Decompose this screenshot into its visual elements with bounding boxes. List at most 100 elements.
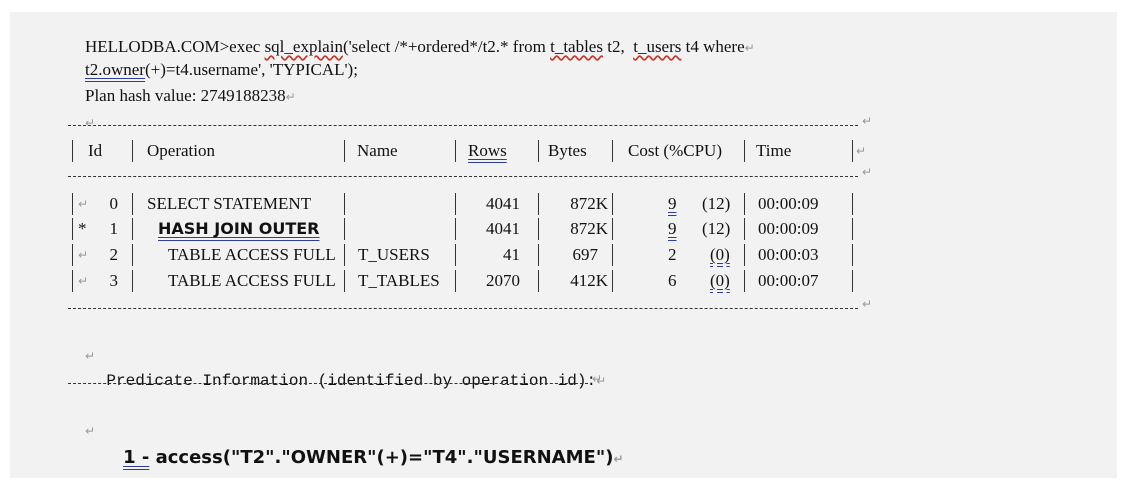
document-page: HELLODBA.COM>exec sql_explain('select /*… bbox=[10, 12, 1117, 478]
row-bytes: 697 bbox=[572, 245, 599, 264]
column-divider bbox=[744, 270, 745, 292]
column-divider bbox=[132, 140, 133, 162]
paragraph-mark-icon: ↵ bbox=[861, 114, 872, 128]
column-divider bbox=[612, 140, 613, 162]
column-divider bbox=[72, 193, 73, 215]
row-name: T_USERS bbox=[358, 245, 430, 264]
row-cost: 9 bbox=[668, 219, 677, 238]
column-divider bbox=[744, 218, 745, 240]
row-id: 1 bbox=[109, 219, 119, 238]
row-operation: TABLE ACCESS FULL bbox=[168, 271, 336, 290]
column-divider bbox=[852, 193, 853, 215]
row-operation: SELECT STATEMENT bbox=[147, 194, 312, 213]
table-name-users: t_users bbox=[633, 37, 682, 56]
paragraph-mark-icon: ↵ bbox=[861, 165, 872, 179]
predicate-line: 1 - access("T2"."OWNER"(+)="T4"."USERNAM… bbox=[98, 425, 624, 492]
paragraph-mark-icon: ↵ bbox=[856, 144, 867, 158]
table-row: * 1 HASH JOIN OUTER 4041 872K 9 (12) 00:… bbox=[10, 218, 1117, 240]
column-divider bbox=[852, 218, 853, 240]
table-row: ↵ 0 SELECT STATEMENT 4041 872K 9 (12) 00… bbox=[10, 193, 1117, 215]
column-divider bbox=[132, 193, 133, 215]
row-star: * bbox=[78, 219, 87, 238]
header-time: Time bbox=[756, 141, 792, 160]
row-time: 00:00:07 bbox=[758, 271, 819, 290]
table-row: ↵ 2 TABLE ACCESS FULL T_USERS 41 697 2 (… bbox=[10, 244, 1117, 266]
table-border-bottom: ↵ bbox=[68, 297, 872, 311]
column-divider bbox=[132, 244, 133, 266]
row-bytes: 872K bbox=[570, 194, 608, 213]
column-divider bbox=[852, 140, 853, 162]
paragraph-mark-icon: ↵ bbox=[744, 41, 755, 55]
column-divider bbox=[744, 193, 745, 215]
row-name: T_TABLES bbox=[358, 271, 440, 290]
row-cpu: (0) bbox=[710, 271, 730, 290]
row-time: 00:00:09 bbox=[758, 219, 819, 238]
column-divider bbox=[612, 244, 613, 266]
row-cost: 6 bbox=[668, 271, 677, 290]
column-divider bbox=[538, 244, 539, 266]
predicate-text: access("T2"."OWNER"(+)="T4"."USERNAME") bbox=[149, 447, 614, 468]
paragraph-mark-icon: ↵ bbox=[85, 116, 96, 130]
column-divider bbox=[344, 270, 345, 292]
row-cost: 9 bbox=[668, 194, 677, 213]
column-divider bbox=[538, 218, 539, 240]
row-id: 3 bbox=[109, 271, 119, 290]
paragraph-mark-icon: ↵ bbox=[85, 424, 96, 438]
row-rows: 4041 bbox=[486, 194, 520, 213]
row-rows: 4041 bbox=[486, 219, 520, 238]
row-bytes: 412K bbox=[570, 271, 608, 290]
row-time: 00:00:03 bbox=[758, 245, 819, 264]
header-cost: Cost (%CPU) bbox=[628, 141, 722, 160]
column-divider bbox=[612, 270, 613, 292]
table-name-tables: t_tables bbox=[550, 37, 603, 56]
column-divider bbox=[72, 140, 73, 162]
paragraph-mark-icon: ↵ bbox=[78, 274, 89, 288]
empty-line: ↵ bbox=[68, 397, 95, 464]
column-divider bbox=[132, 270, 133, 292]
column-divider bbox=[612, 193, 613, 215]
header-rows: Rows bbox=[468, 141, 507, 160]
header-name: Name bbox=[357, 141, 398, 160]
header-id: Id bbox=[88, 141, 103, 160]
column-divider bbox=[612, 218, 613, 240]
row-time: 00:00:09 bbox=[758, 194, 819, 213]
row-operation: HASH JOIN OUTER bbox=[158, 219, 320, 238]
header-bytes: Bytes bbox=[548, 141, 587, 160]
plan-hash-line: Plan hash value: 2749188238↵ bbox=[68, 63, 296, 130]
row-cpu: (0) bbox=[710, 245, 730, 264]
sql-text-2: t2, bbox=[602, 37, 634, 56]
plan-hash-text: Plan hash value: 2749188238 bbox=[85, 86, 286, 105]
column-divider bbox=[344, 140, 345, 162]
column-divider bbox=[744, 140, 745, 162]
row-cpu: (12) bbox=[702, 194, 731, 213]
column-divider bbox=[538, 140, 539, 162]
row-id: 0 bbox=[109, 194, 119, 213]
column-divider bbox=[455, 270, 456, 292]
predicate-heading-text: Predicate Information (identified by ope… bbox=[106, 372, 597, 390]
column-divider bbox=[455, 193, 456, 215]
table-header-separator: ↵ bbox=[68, 165, 872, 179]
column-divider bbox=[344, 218, 345, 240]
column-divider bbox=[72, 244, 73, 266]
column-divider bbox=[72, 218, 73, 240]
paragraph-mark-icon: ↵ bbox=[613, 452, 624, 466]
column-divider bbox=[344, 244, 345, 266]
column-divider bbox=[852, 270, 853, 292]
row-operation: TABLE ACCESS FULL bbox=[168, 245, 336, 264]
paragraph-mark-icon: ↵ bbox=[285, 90, 296, 104]
column-divider bbox=[132, 218, 133, 240]
row-id: 2 bbox=[109, 245, 119, 264]
column-divider bbox=[72, 270, 73, 292]
column-divider bbox=[538, 270, 539, 292]
header-operation: Operation bbox=[147, 141, 215, 160]
column-divider bbox=[344, 193, 345, 215]
predicate-separator: ↵ bbox=[68, 372, 602, 386]
column-divider bbox=[852, 244, 853, 266]
sql-text-3: t4 where bbox=[681, 37, 745, 56]
table-row: ↵ 3 TABLE ACCESS FULL T_TABLES 2070 412K… bbox=[10, 270, 1117, 292]
column-divider bbox=[455, 218, 456, 240]
column-divider bbox=[538, 193, 539, 215]
predicate-id: 1 - bbox=[123, 447, 150, 468]
row-cost: 2 bbox=[668, 245, 677, 264]
paragraph-mark-icon: ↵ bbox=[861, 297, 872, 311]
